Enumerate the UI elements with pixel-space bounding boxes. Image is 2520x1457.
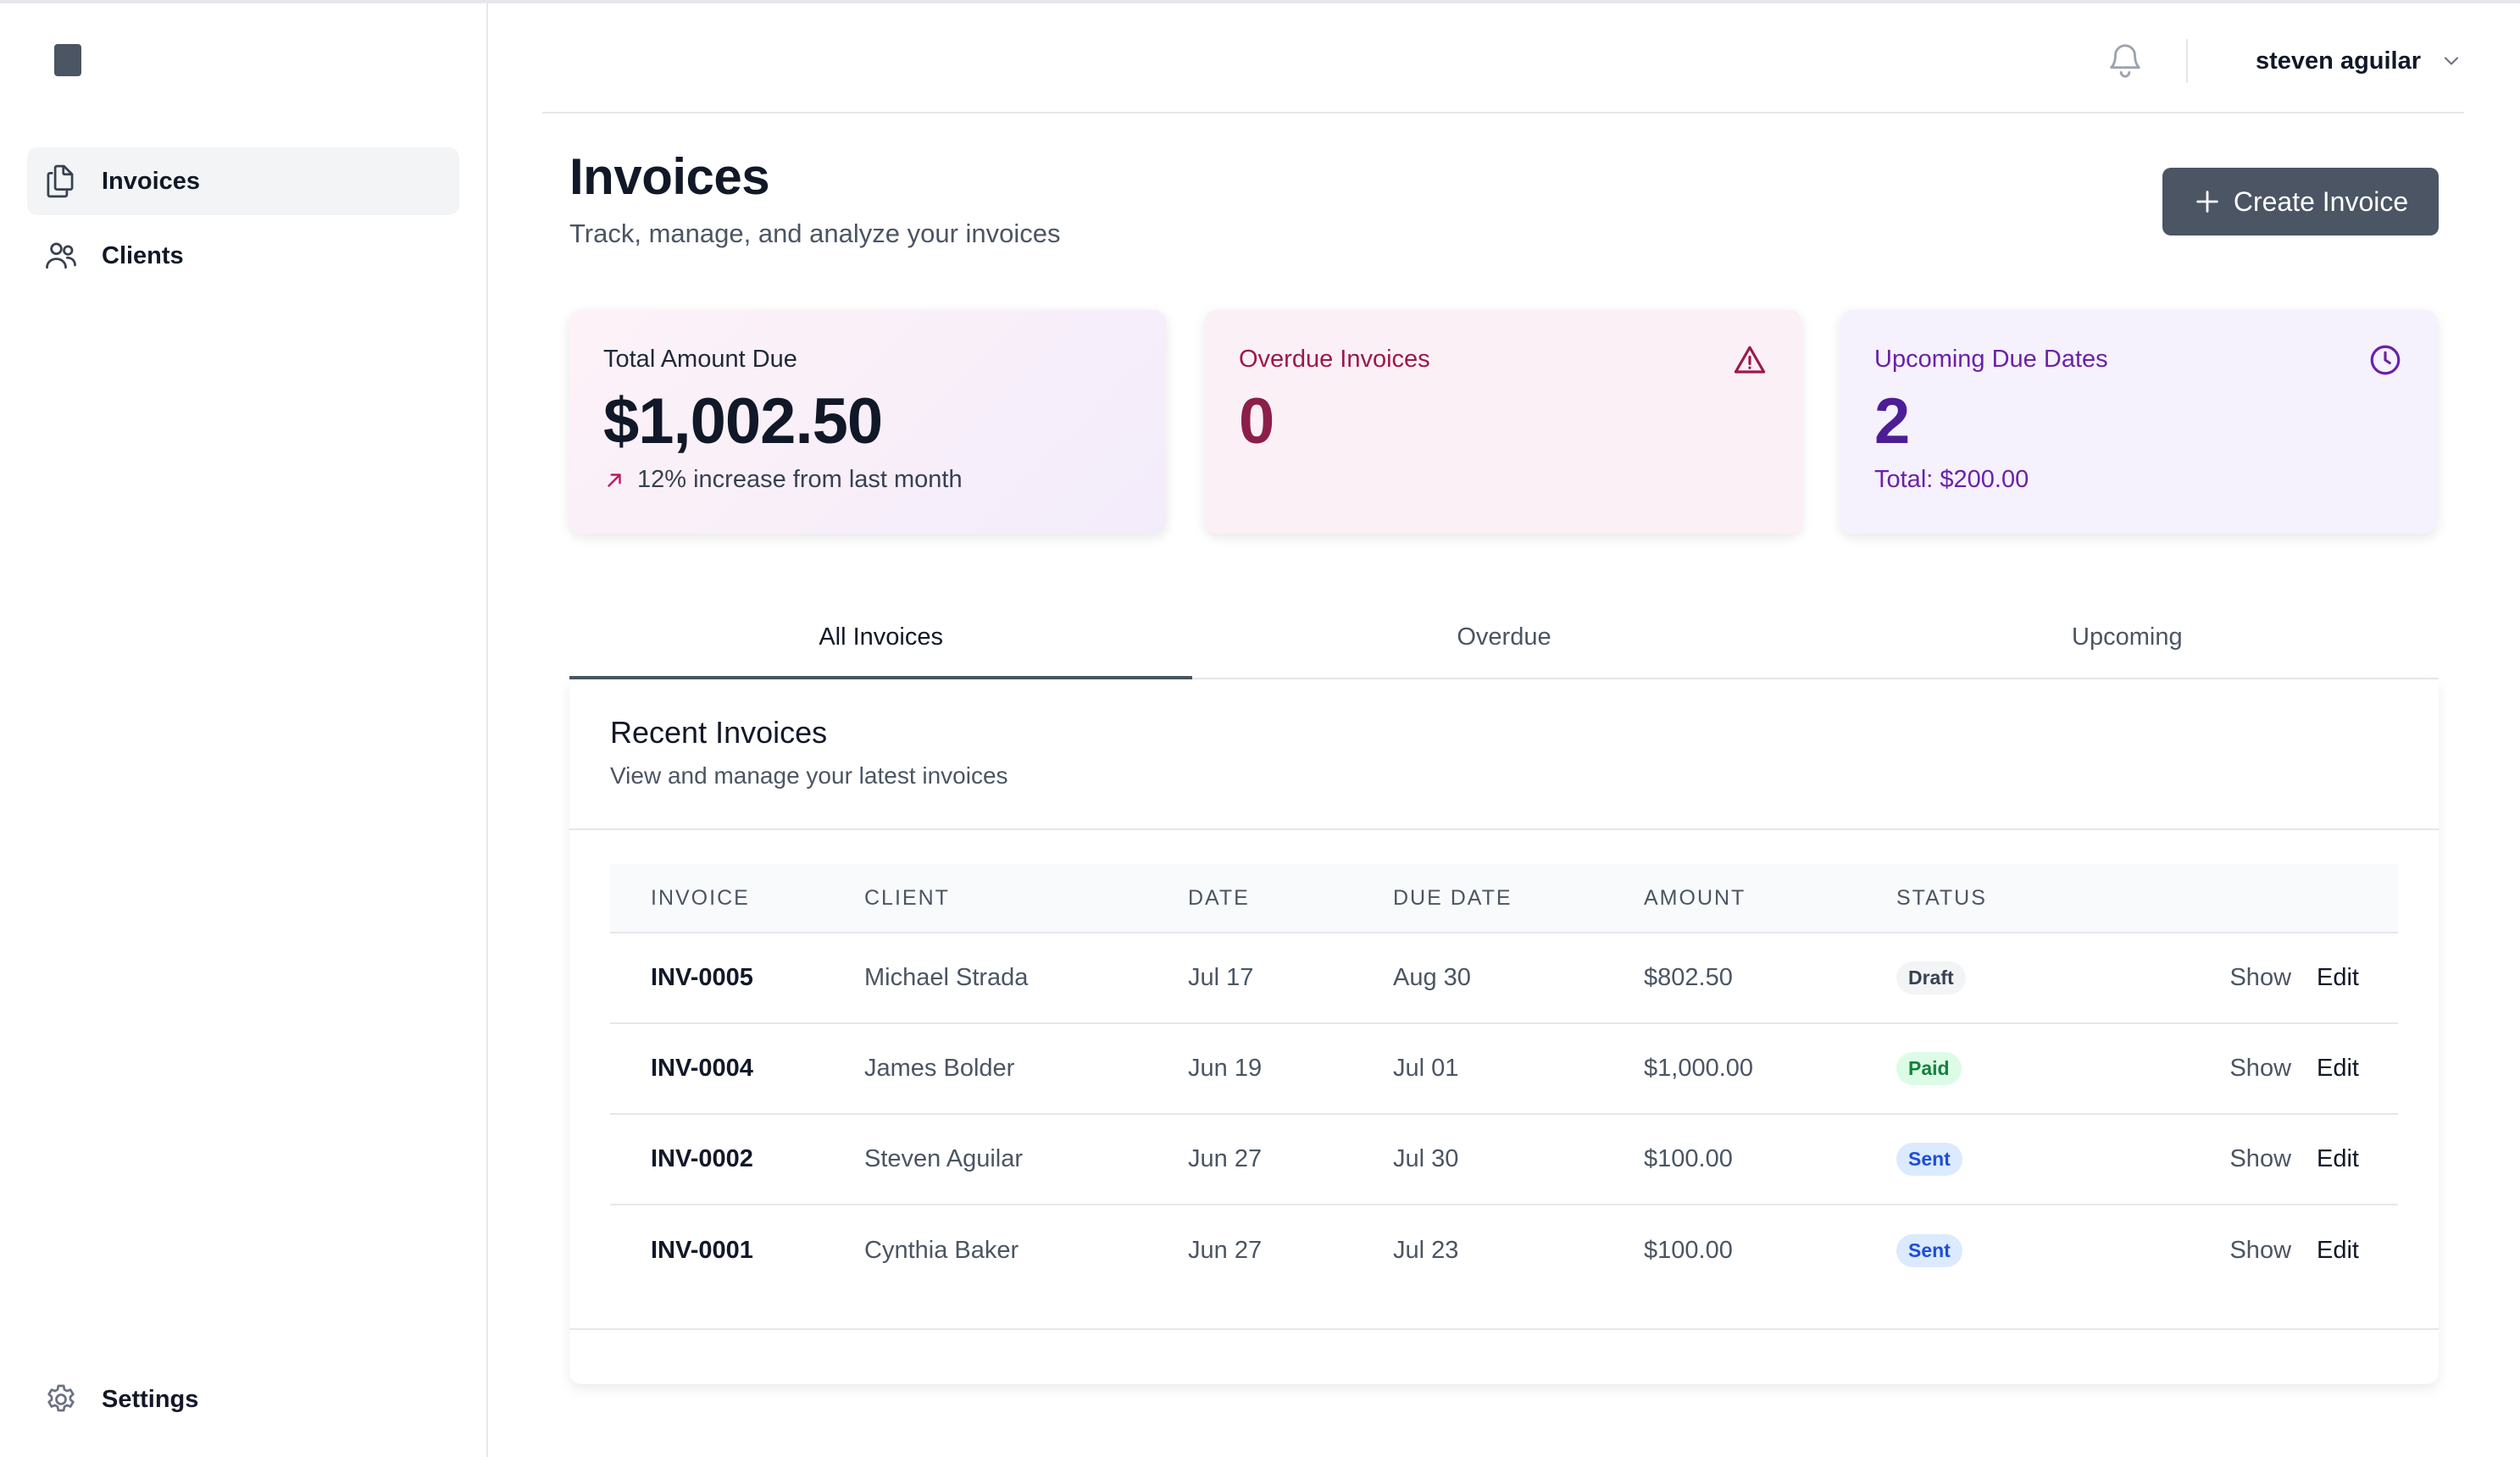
due-date: Jul 23: [1393, 1237, 1459, 1264]
client-name: Steven Aguilar: [864, 1145, 1024, 1172]
edit-link[interactable]: Edit: [2317, 1055, 2359, 1083]
column-header-amount: Amount: [1644, 885, 1746, 910]
invoice-date: Jul 17: [1188, 964, 1254, 991]
panel-subtitle: View and manage your latest invoices: [610, 762, 1008, 789]
column-header-status: Status: [1896, 885, 1987, 910]
show-link[interactable]: Show: [2229, 1237, 2291, 1265]
card-value: 0: [1239, 385, 1274, 457]
invoice-tabs: All Invoices Overdue Upcoming: [569, 596, 2439, 679]
total-amount-card: Total Amount Due $1,002.50 12% increase …: [569, 310, 1166, 534]
top-bar: steven aguilar: [542, 3, 2464, 114]
column-header-invoice: Invoice: [651, 885, 750, 910]
create-invoice-button[interactable]: Create Invoice: [2162, 168, 2439, 235]
page-subtitle: Track, manage, and analyze your invoices: [569, 219, 1061, 248]
invoice-date: Jun 19: [1188, 1055, 1263, 1082]
sidebar-item-settings[interactable]: Settings: [27, 1366, 459, 1433]
tab-all-invoices[interactable]: All Invoices: [569, 596, 1193, 679]
page-title: Invoices: [569, 148, 770, 205]
app-window: Invoices Clients Settings steven aguilar…: [0, 0, 2520, 1457]
edit-link[interactable]: Edit: [2317, 1145, 2359, 1173]
invoice-number: INV-0001: [651, 1237, 753, 1264]
row-actions: Show Edit: [2151, 1145, 2398, 1173]
status-badge: Sent: [1896, 1143, 1962, 1176]
panel-divider: [569, 828, 2439, 830]
table-row: INV-0001 Cynthia Baker Jun 27 Jul 23 $10…: [610, 1205, 2398, 1296]
status-cell: Paid: [1896, 1052, 2151, 1085]
status-cell: Sent: [1896, 1234, 2151, 1267]
sidebar-item-invoices[interactable]: Invoices: [27, 147, 459, 215]
amount: $100.00: [1644, 1237, 1733, 1264]
bell-icon[interactable]: [2106, 41, 2145, 80]
clock-icon: [2367, 342, 2403, 378]
client-name: Cynthia Baker: [864, 1237, 1019, 1264]
card-trend: 12% increase from last month: [603, 466, 963, 494]
column-header-client: Client: [864, 885, 950, 910]
client-name: Michael Strada: [864, 964, 1029, 991]
app-logo: [54, 44, 81, 76]
topbar-divider: [2186, 39, 2188, 83]
plus-icon: [2196, 191, 2218, 213]
create-invoice-label: Create Invoice: [2233, 186, 2409, 217]
amount: $802.50: [1644, 964, 1733, 991]
show-link[interactable]: Show: [2229, 964, 2291, 992]
invoice-number: INV-0004: [651, 1055, 753, 1082]
sidebar-item-clients[interactable]: Clients: [27, 222, 459, 290]
panel-title: Recent Invoices: [610, 715, 828, 750]
edit-link[interactable]: Edit: [2317, 964, 2359, 992]
invoices-table: Invoice Client Date Due Date Amount Stat…: [610, 864, 2398, 1296]
status-badge: Paid: [1896, 1052, 1962, 1085]
card-label: Upcoming Due Dates: [1874, 346, 2108, 373]
due-date: Jul 01: [1393, 1055, 1459, 1082]
edit-link[interactable]: Edit: [2317, 1237, 2359, 1265]
amount: $100.00: [1644, 1145, 1733, 1172]
sidebar-item-label: Invoices: [102, 167, 201, 195]
table-row: INV-0004 James Bolder Jun 19 Jul 01 $1,0…: [610, 1024, 2398, 1115]
table-header: Invoice Client Date Due Date Amount Stat…: [610, 864, 2398, 933]
chevron-down-icon: [2444, 57, 2459, 65]
show-link[interactable]: Show: [2229, 1055, 2291, 1083]
column-header-due-date: Due Date: [1393, 885, 1513, 910]
status-cell: Draft: [1896, 961, 2151, 994]
due-date: Jul 30: [1393, 1145, 1459, 1172]
invoice-number: INV-0005: [651, 964, 753, 991]
status-badge: Draft: [1896, 961, 1966, 994]
invoice-date: Jun 27: [1188, 1145, 1263, 1172]
card-value: $1,002.50: [603, 385, 883, 457]
card-label: Total Amount Due: [603, 346, 797, 373]
sidebar-item-label: Settings: [102, 1385, 199, 1413]
row-actions: Show Edit: [2151, 964, 2398, 992]
users-icon: [41, 235, 81, 276]
tab-overdue[interactable]: Overdue: [1192, 596, 1815, 678]
status-cell: Sent: [1896, 1143, 2151, 1176]
card-value: 2: [1874, 385, 1910, 457]
show-link[interactable]: Show: [2229, 1145, 2291, 1173]
sidebar: Invoices Clients Settings: [0, 3, 488, 1457]
invoice-number: INV-0002: [651, 1145, 753, 1172]
invoice-date: Jun 27: [1188, 1237, 1263, 1264]
panel-footer-divider: [569, 1328, 2439, 1330]
row-actions: Show Edit: [2151, 1237, 2398, 1265]
status-badge: Sent: [1896, 1234, 1962, 1267]
warning-icon: [1732, 342, 1768, 378]
row-actions: Show Edit: [2151, 1055, 2398, 1083]
due-date: Aug 30: [1393, 964, 1471, 991]
recent-invoices-panel: Recent Invoices View and manage your lat…: [569, 681, 2439, 1384]
amount: $1,000.00: [1644, 1055, 1754, 1082]
documents-icon: [41, 161, 81, 202]
client-name: James Bolder: [864, 1055, 1015, 1082]
overdue-invoices-card: Overdue Invoices 0: [1205, 310, 1801, 534]
table-row: INV-0002 Steven Aguilar Jun 27 Jul 30 $1…: [610, 1115, 2398, 1205]
user-menu[interactable]: steven aguilar: [2256, 42, 2463, 80]
card-total: Total: $200.00: [1874, 466, 2029, 493]
card-label: Overdue Invoices: [1239, 346, 1430, 373]
table-row: INV-0005 Michael Strada Jul 17 Aug 30 $8…: [610, 933, 2398, 1024]
column-header-date: Date: [1188, 885, 1250, 910]
gear-icon: [41, 1379, 81, 1420]
card-trend-text: 12% increase from last month: [637, 466, 963, 493]
upcoming-due-dates-card: Upcoming Due Dates 2 Total: $200.00: [1840, 310, 2437, 534]
tab-upcoming[interactable]: Upcoming: [1816, 596, 2439, 678]
user-name: steven aguilar: [2256, 47, 2422, 75]
arrow-up-right-icon: [608, 473, 621, 487]
sidebar-item-label: Clients: [102, 241, 184, 269]
